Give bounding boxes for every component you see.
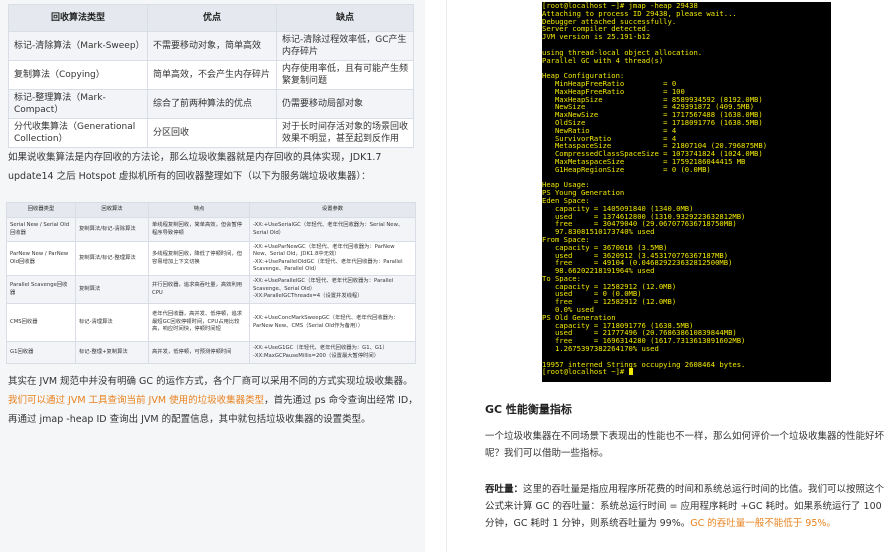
table-cell: ParNew New / ParNew Old回收器 xyxy=(6,241,76,276)
throughput-paragraph: 吞吐量：这里的吞吐量是指应用程序所花费的时间和系统总运行时间的比值。我们可以按照… xyxy=(485,481,892,532)
section-heading: GC 性能衡量指标 xyxy=(485,403,572,416)
table-cell: 分区回收 xyxy=(147,118,277,148)
table-header-cell: 设置参数 xyxy=(249,202,416,218)
table-row: G1回收器 标记-整理+复制算法 高并发，低停顿，可预测停顿时间 -XX:+Us… xyxy=(6,341,416,364)
highlight-text: GC 的吞吐量一般不能低于 95%。 xyxy=(690,518,836,529)
table-cell: 单线程复制回收，简单高效，但会暂停程序导致停顿 xyxy=(148,217,250,242)
table-cell: 标记-整理算法（Mark-Compact） xyxy=(8,89,148,119)
table-cell: 综合了前两种算法的优点 xyxy=(147,89,277,119)
metrics-intro-paragraph: 一个垃圾收集器在不同场景下表现出的性能也不一样，那么如何评价一个垃圾收集器的性能… xyxy=(485,431,885,459)
paragraph-text: 其实在 JVM 规范中并没有明确 GC 的运作方式，各个厂商可以采用不同的方式实… xyxy=(8,376,413,387)
table-cell: 老年代回收器，高并发、低停顿，追求最短GC回收停顿时间，CPU占用比较高，响应时… xyxy=(148,303,250,342)
gc-algorithm-table: 回收算法类型 优点 缺点 标记-清除算法（Mark-Sweep） 不需要移动对象… xyxy=(8,4,414,148)
table-row: 标记-清除算法（Mark-Sweep） 不需要移动对象，简单高效 标记-清除过程… xyxy=(8,31,414,61)
table-cell: 复制算法（Copying） xyxy=(8,60,148,90)
table-header-cell: 特点 xyxy=(148,202,250,218)
table-cell: CMS回收器 xyxy=(6,303,76,342)
terminal-line: [root@localhost ~]# xyxy=(542,368,831,376)
table-cell: 对于长时间存活对象的场景回收效果不明显，甚至起到反作用 xyxy=(276,118,414,148)
table-header-cell: 缺点 xyxy=(276,4,414,32)
table-row: Serial New / Serial Old回收器 复制算法/标记-清除算法 … xyxy=(6,217,416,242)
table-cell: 复制算法 xyxy=(75,275,149,304)
table-header-cell: 优点 xyxy=(147,4,277,32)
table-row: 分代收集算法（Generational Collection） 分区回收 对于长… xyxy=(8,118,414,148)
table-cell: -XX:+UseSerialGC（年轻代、老年代回收器为：Serial New、… xyxy=(249,217,416,242)
table-cell: 复制算法/标记-清除算法 xyxy=(75,217,149,242)
table-cell: 复制算法/标记-整理算法 xyxy=(75,241,149,276)
table-header-row: 回收器类型 回收算法 特点 设置参数 xyxy=(6,202,416,218)
table-cell: 内存使用率低，且有可能产生频繁复制问题 xyxy=(276,60,414,90)
table-cell: -XX:+UseParNewGC（年轻代、老年代回收器为：ParNew New、… xyxy=(249,241,416,276)
table-cell: Parallel Scavenge回收器 xyxy=(6,275,76,304)
table-cell: 简单高效，不会产生内存碎片 xyxy=(147,60,277,90)
table-cell: 多线程复制回收，降低了停顿时间，但容易增加上下文切换 xyxy=(148,241,250,276)
table-header-cell: 回收算法类型 xyxy=(8,4,148,32)
table-row: 标记-整理算法（Mark-Compact） 综合了前两种算法的优点 仍需要移动局… xyxy=(8,89,414,119)
table-cell: 标记-整理+复制算法 xyxy=(75,341,149,364)
table-cell: -XX:+UseConcMarkSweepGC（年轻代、老年代回收器为：ParN… xyxy=(249,303,416,342)
terminal-line: Parallel GC with 4 thread(s) xyxy=(542,55,664,65)
table-cell: 高并发，低停顿，可预测停顿时间 xyxy=(148,341,250,364)
table-cell: 标记-清理算法 xyxy=(75,303,149,342)
terminal-line: JVM version is 25.191-b12 xyxy=(542,32,651,42)
table-row: 复制算法（Copying） 简单高效，不会产生内存碎片 内存使用率低，且有可能产… xyxy=(8,60,414,90)
table-header-cell: 回收器类型 xyxy=(6,202,76,218)
table-cell: 不需要移动对象，简单高效 xyxy=(147,31,277,61)
table-header-cell: 回收算法 xyxy=(75,202,149,218)
jvm-tool-paragraph: 其实在 JVM 规范中并没有明确 GC 的运作方式，各个厂商可以采用不同的方式实… xyxy=(8,372,420,429)
table-cell: 并行回收器，追求高吞吐量，高效利用CPU xyxy=(148,275,250,304)
table-cell: 标记-清除过程效率低，GC产生内存碎片 xyxy=(276,31,414,61)
terminal-line: 1.2675397382264170% used xyxy=(542,344,659,354)
table-header-row: 回收算法类型 优点 缺点 xyxy=(8,4,414,32)
throughput-label: 吞吐量： xyxy=(485,484,524,495)
gc-collector-table: 回收器类型 回收算法 特点 设置参数 Serial New / Serial O… xyxy=(6,202,416,364)
table-cell: Serial New / Serial Old回收器 xyxy=(6,217,76,242)
terminal-line: G1HeapRegionSize = 0 (0.0MB) xyxy=(542,164,711,174)
highlight-text: 我们可以通过 JVM 工具查询当前 JVM 使用的垃圾收集器类型 xyxy=(8,395,265,406)
table-row: CMS回收器 标记-清理算法 老年代回收器，高并发、低停顿，追求最短GC回收停顿… xyxy=(6,303,416,342)
table-cell: 标记-清除算法（Mark-Sweep） xyxy=(8,31,148,61)
table-cell: -XX:+UseG1GC（年轻代、老年代回收器为：G1、G1） -XX:MaxG… xyxy=(249,341,416,364)
table-row: ParNew New / ParNew Old回收器 复制算法/标记-整理算法 … xyxy=(6,241,416,276)
table-row: Parallel Scavenge回收器 复制算法 并行回收器，追求高吞吐量，高… xyxy=(6,275,416,304)
table-cell: 分代收集算法（Generational Collection） xyxy=(8,118,148,148)
table-cell: G1回收器 xyxy=(6,341,76,364)
table-cell: -XX:+UseParallelGC（年轻代、老年代回收器为：Parallel … xyxy=(249,275,416,304)
collector-intro-paragraph: 如果说收集算法是内存回收的方法论，那么垃圾收集器就是内存回收的具体实现，JDK1… xyxy=(8,152,382,182)
terminal-cursor xyxy=(628,368,633,376)
table-cell: 仍需要移动局部对象 xyxy=(276,89,414,119)
terminal-line: 98.66202218191964% used xyxy=(542,266,655,276)
terminal-screenshot: [root@localhost ~]# jmap -heap 29438 Atta… xyxy=(542,2,831,382)
